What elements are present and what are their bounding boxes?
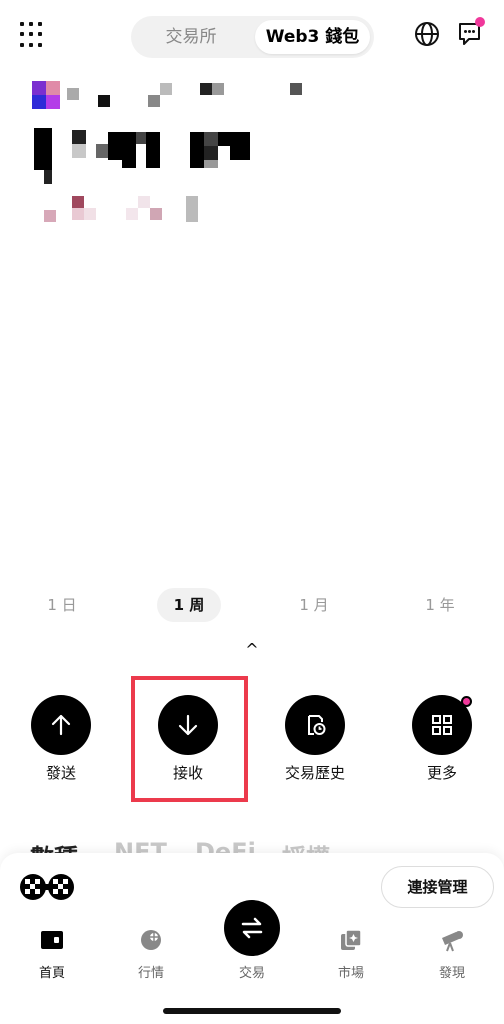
nav-marketplace[interactable]: 市場 xyxy=(311,928,391,988)
history-button[interactable]: 交易歷史 xyxy=(270,690,360,785)
wallet-icon xyxy=(41,931,63,949)
nav-marketplace-label: 市場 xyxy=(337,966,364,981)
grid-menu-icon[interactable] xyxy=(20,22,46,48)
notification-dot xyxy=(475,17,485,27)
send-button[interactable]: 發送 xyxy=(16,690,106,785)
timeframe-1y[interactable]: 1 年 xyxy=(408,588,472,622)
history-icon xyxy=(285,695,345,755)
send-label: 發送 xyxy=(45,764,76,782)
timeframe-1d[interactable]: 1 日 xyxy=(30,588,94,622)
arrow-up-icon xyxy=(31,695,91,755)
marketplace-icon xyxy=(341,929,362,950)
wallet-logo-icon xyxy=(20,874,74,900)
more-label: 更多 xyxy=(426,764,457,782)
tab-web3-wallet[interactable]: Web3 錢包 xyxy=(255,20,370,54)
mode-switch: 交易所 Web3 錢包 xyxy=(131,16,374,58)
nav-markets-label: 行情 xyxy=(137,966,164,981)
trade-button[interactable] xyxy=(224,900,280,956)
connection-manage-button[interactable]: 連接管理 xyxy=(381,866,494,908)
nav-trade-label: 交易 xyxy=(238,966,265,981)
home-indicator xyxy=(163,1008,341,1014)
nav-home[interactable]: 首頁 xyxy=(12,928,92,988)
more-badge xyxy=(461,696,472,707)
globe-icon[interactable] xyxy=(414,21,440,47)
timeframe-1m[interactable]: 1 月 xyxy=(282,588,346,622)
top-bar: 交易所 Web3 錢包 xyxy=(0,0,504,76)
obscured-balance xyxy=(30,78,310,228)
nav-markets[interactable]: 行情 xyxy=(111,928,191,988)
nav-home-label: 首頁 xyxy=(38,966,65,981)
timeframe-1w[interactable]: 1 周 xyxy=(157,588,221,622)
quick-actions: 發送 接收 交易歷史 更多 xyxy=(0,690,504,790)
receive-highlight-box xyxy=(131,676,248,802)
timeframe-selector: 1 日 1 周 1 月 1 年 xyxy=(0,585,504,625)
telescope-icon xyxy=(442,931,463,952)
swap-icon xyxy=(241,917,263,939)
tab-exchange[interactable]: 交易所 xyxy=(141,20,241,54)
market-icon xyxy=(141,930,161,950)
nav-discover[interactable]: 發現 xyxy=(412,928,492,988)
more-button[interactable]: 更多 xyxy=(397,690,487,785)
collapse-chevron-icon[interactable]: ^ xyxy=(242,640,262,660)
nav-discover-label: 發現 xyxy=(438,966,465,981)
history-label: 交易歷史 xyxy=(284,764,345,782)
